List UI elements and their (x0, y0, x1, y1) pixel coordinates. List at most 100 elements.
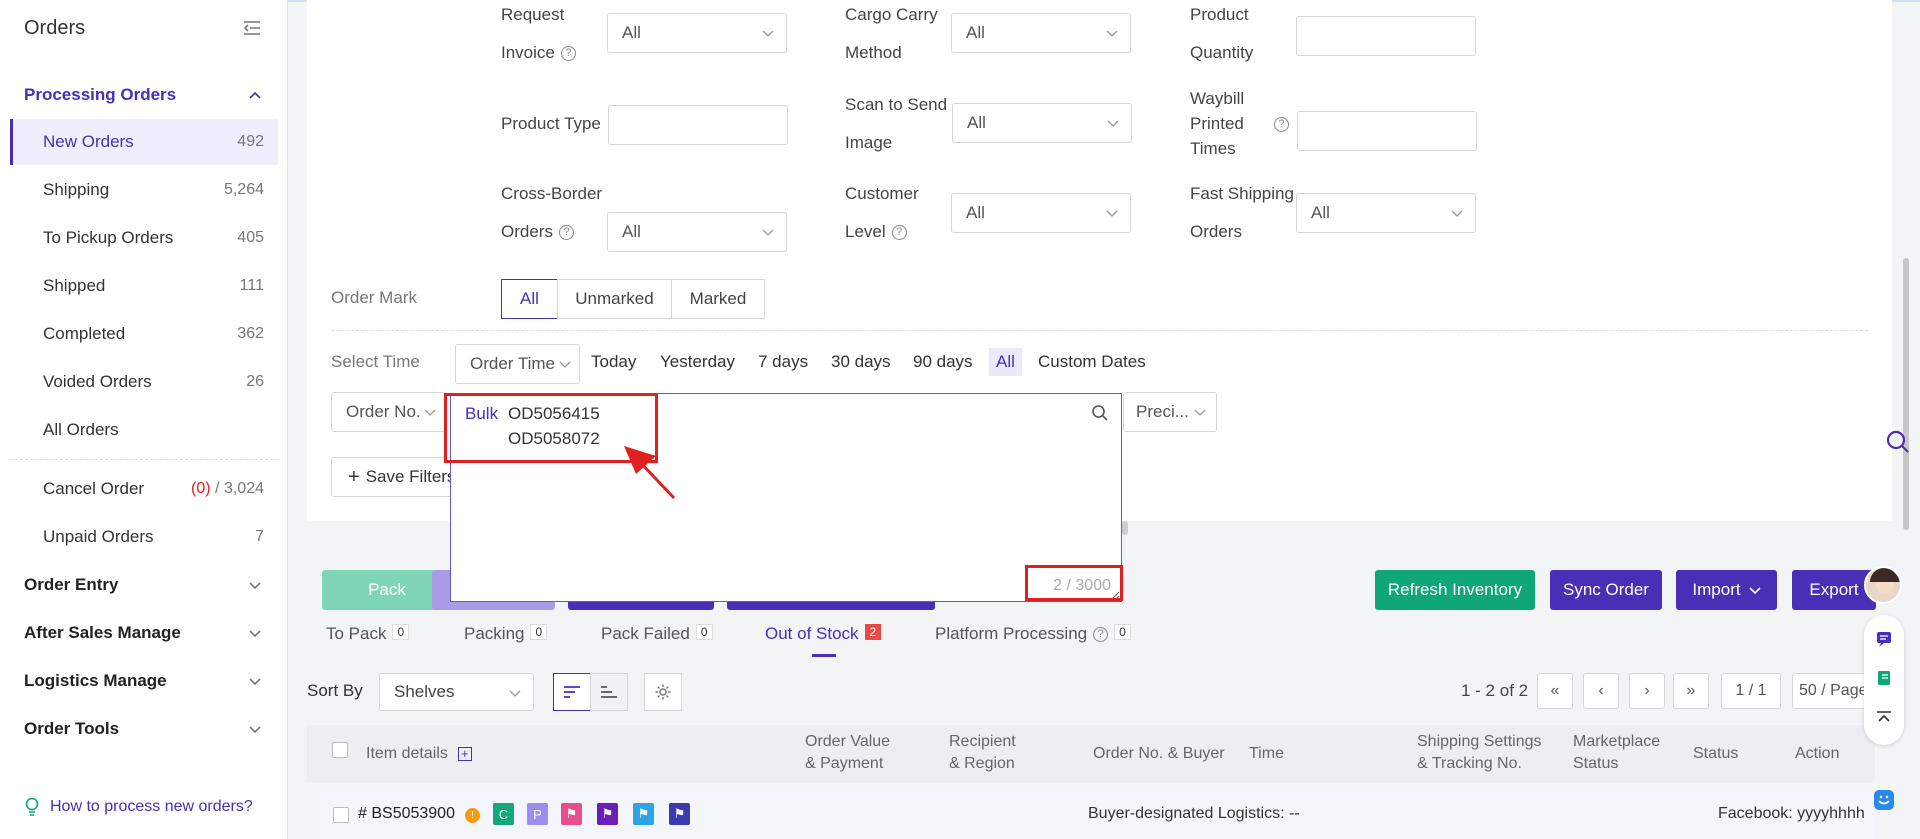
scrollbar[interactable] (1903, 258, 1909, 530)
select-all-checkbox[interactable] (332, 742, 348, 758)
sidebar-item-to-pickup[interactable]: To Pickup Orders 405 (10, 215, 278, 261)
sidebar-item-voided[interactable]: Voided Orders 26 (10, 359, 278, 405)
product-type-input[interactable] (608, 105, 788, 145)
chevron-down-icon[interactable] (248, 722, 262, 736)
cross-border-select[interactable]: All (607, 212, 787, 252)
chevron-right-icon: › (1644, 682, 1650, 699)
time-today[interactable]: Today (591, 352, 636, 372)
tab-packing[interactable]: Packing 0 (464, 624, 548, 644)
search-icon[interactable] (1885, 429, 1911, 455)
tab-to-pack[interactable]: To Pack 0 (326, 624, 410, 644)
first-page-button[interactable]: « (1537, 673, 1573, 709)
chevron-down-icon[interactable] (248, 578, 262, 592)
time-30-days[interactable]: 30 days (831, 352, 891, 372)
export-button[interactable]: Export (1792, 570, 1876, 610)
save-filters-button[interactable]: + Save Filters (331, 457, 461, 497)
search-icon[interactable] (1091, 404, 1109, 422)
smile-chat-icon[interactable] (1873, 789, 1895, 811)
time-90-days[interactable]: 90 days (913, 352, 973, 372)
sidebar-item-shipping[interactable]: Shipping 5,264 (10, 167, 278, 213)
sidebar-item-label: Cancel Order (43, 479, 145, 498)
time-type-select[interactable]: Order Time (455, 344, 580, 384)
sort-desc-button[interactable] (553, 673, 591, 711)
time-custom-dates[interactable]: Custom Dates (1038, 352, 1146, 372)
time-yesterday[interactable]: Yesterday (660, 352, 735, 372)
chevron-down-icon (1106, 210, 1118, 217)
help-circle-icon: ? (1093, 627, 1109, 643)
sidebar-item-all-orders[interactable]: All Orders (10, 407, 278, 453)
chevron-down-icon[interactable] (248, 626, 262, 640)
tab-pack-failed[interactable]: Pack Failed 0 (601, 624, 713, 644)
time-all[interactable]: All (989, 348, 1022, 376)
last-page-button[interactable]: » (1673, 673, 1709, 709)
notebook-icon[interactable] (1875, 669, 1893, 687)
fast-shipping-select[interactable]: All (1296, 193, 1476, 233)
sort-asc-button[interactable] (590, 673, 628, 711)
scan-to-send-select[interactable]: All (952, 103, 1132, 143)
pagination-range: 1 - 2 of 2 (1461, 681, 1529, 700)
sync-order-button[interactable]: Sync Order (1550, 570, 1662, 610)
tab-out-of-stock[interactable]: Out of Stock 2 (765, 624, 882, 644)
waybill-printed-input[interactable] (1297, 111, 1477, 151)
refresh-inventory-button[interactable]: Refresh Inventory (1375, 570, 1535, 610)
request-invoice-select[interactable]: All (607, 13, 787, 53)
order-mark-marked[interactable]: Marked (671, 279, 765, 319)
customer-level-select[interactable]: All (951, 193, 1131, 233)
chevron-up-icon[interactable] (248, 88, 262, 102)
resize-handle (1122, 521, 1128, 535)
group-logistics[interactable]: Logistics Manage (24, 671, 167, 691)
chat-icon[interactable] (1875, 630, 1893, 648)
th-status: Status (1693, 745, 1739, 762)
help-link[interactable]: How to process new orders? (24, 797, 253, 817)
order-id[interactable]: # BS5053900 (358, 805, 455, 823)
collapse-menu-icon[interactable] (242, 18, 262, 38)
sidebar-item-count: 7 (255, 528, 264, 545)
sidebar-item-completed[interactable]: Completed 362 (10, 311, 278, 357)
group-after-sales[interactable]: After Sales Manage (24, 623, 181, 643)
product-quantity-input[interactable] (1296, 16, 1476, 56)
precise-select[interactable]: Preci... (1123, 392, 1217, 432)
sort-by-label: Sort By (307, 681, 363, 700)
sidebar-item-label: To Pickup Orders (43, 228, 174, 247)
row-checkbox[interactable] (333, 807, 349, 823)
request-invoice-label: Request (501, 5, 565, 24)
sidebar-item-count: 362 (237, 325, 264, 342)
page-input[interactable]: 1 / 1 (1721, 673, 1781, 709)
sidebar-item-cancel-order[interactable]: Cancel Order (0) / 3,024 (10, 466, 278, 512)
order-no-select[interactable]: Order No. (331, 392, 447, 432)
flag-icon[interactable]: ⚑ (561, 803, 582, 825)
expand-icon[interactable]: + (457, 746, 472, 761)
cargo-carry-select[interactable]: All (951, 13, 1131, 53)
order-mark-unmarked[interactable]: Unmarked (557, 279, 672, 319)
flag-icon[interactable]: ⚑ (633, 803, 654, 825)
sidebar-item-shipped[interactable]: Shipped 111 (10, 263, 278, 309)
time-7-days[interactable]: 7 days (758, 352, 808, 372)
sort-select[interactable]: Shelves (379, 673, 534, 711)
sidebar-item-new-orders[interactable]: New Orders 492 (10, 119, 278, 165)
sidebar-item-unpaid-orders[interactable]: Unpaid Orders 7 (10, 514, 278, 560)
back-to-top-icon[interactable] (1875, 709, 1893, 727)
tab-platform-processing[interactable]: Platform Processing? 0 (935, 624, 1131, 644)
group-order-tools[interactable]: Order Tools (24, 719, 119, 739)
per-page-select[interactable]: 50 / Page (1792, 673, 1874, 709)
group-order-entry[interactable]: Order Entry (24, 575, 118, 595)
flag-icon[interactable]: ⚑ (669, 803, 690, 825)
import-button[interactable]: Import (1676, 570, 1777, 610)
cargo-carry-label-2: Method (845, 43, 902, 62)
chevron-down-icon (1194, 409, 1206, 416)
highlight-box (1025, 565, 1123, 601)
chevron-down-icon[interactable] (248, 674, 262, 688)
waybill-label-3: Times (1190, 139, 1236, 158)
waybill-label: Waybill (1190, 89, 1245, 108)
prev-page-button[interactable]: ‹ (1583, 673, 1619, 709)
sidebar-item-label: All Orders (43, 420, 119, 439)
th-order-value: Order Value & Payment (805, 733, 891, 772)
next-page-button[interactable]: › (1629, 673, 1665, 709)
settings-button[interactable] (644, 673, 682, 711)
group-processing-orders[interactable]: Processing Orders (24, 85, 176, 105)
avatar[interactable] (1864, 566, 1902, 604)
order-mark-all[interactable]: All (501, 279, 558, 319)
help-circle-icon: ? (891, 225, 907, 241)
sidebar-item-count: 26 (246, 373, 264, 390)
flag-icon[interactable]: ⚑ (597, 803, 618, 825)
